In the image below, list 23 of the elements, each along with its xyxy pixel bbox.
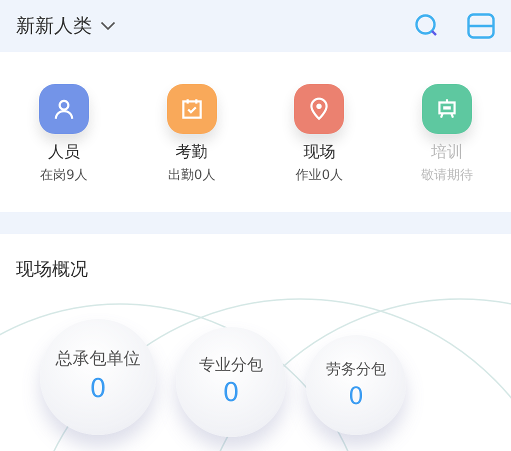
- feature-label[interactable]: 考勤: [176, 140, 208, 164]
- stat-bubble[interactable]: 总承包单位 0: [40, 319, 156, 435]
- stat-value: 0: [222, 377, 240, 410]
- stat-label: 总承包单位: [56, 348, 140, 372]
- feature-count: 在岗9人: [40, 167, 88, 185]
- scan-icon[interactable]: [467, 13, 495, 39]
- feature-label[interactable]: 人员: [48, 140, 80, 164]
- chevron-down-icon[interactable]: [100, 21, 116, 31]
- stat-label: 劳务分包: [326, 359, 386, 380]
- person-icon[interactable]: [38, 84, 89, 134]
- feature-count: 作业0人: [296, 167, 344, 185]
- calendar-check-icon[interactable]: [166, 84, 217, 134]
- feature-label[interactable]: 现场: [303, 140, 336, 164]
- stat-bubble[interactable]: 专业分包 0: [176, 327, 286, 437]
- location-pin-icon[interactable]: [294, 84, 344, 134]
- stat-bubble[interactable]: 劳务分包 0: [306, 335, 406, 435]
- feature-count: 敬请期待: [421, 167, 474, 185]
- feature-count: 出勤0人: [168, 167, 216, 185]
- section-title: 现场概况: [15, 258, 89, 282]
- stat-value: 0: [90, 372, 106, 406]
- project-name: 新新人类: [16, 14, 92, 39]
- stat-value: 0: [348, 380, 364, 412]
- stat-label: 专业分包: [199, 354, 263, 376]
